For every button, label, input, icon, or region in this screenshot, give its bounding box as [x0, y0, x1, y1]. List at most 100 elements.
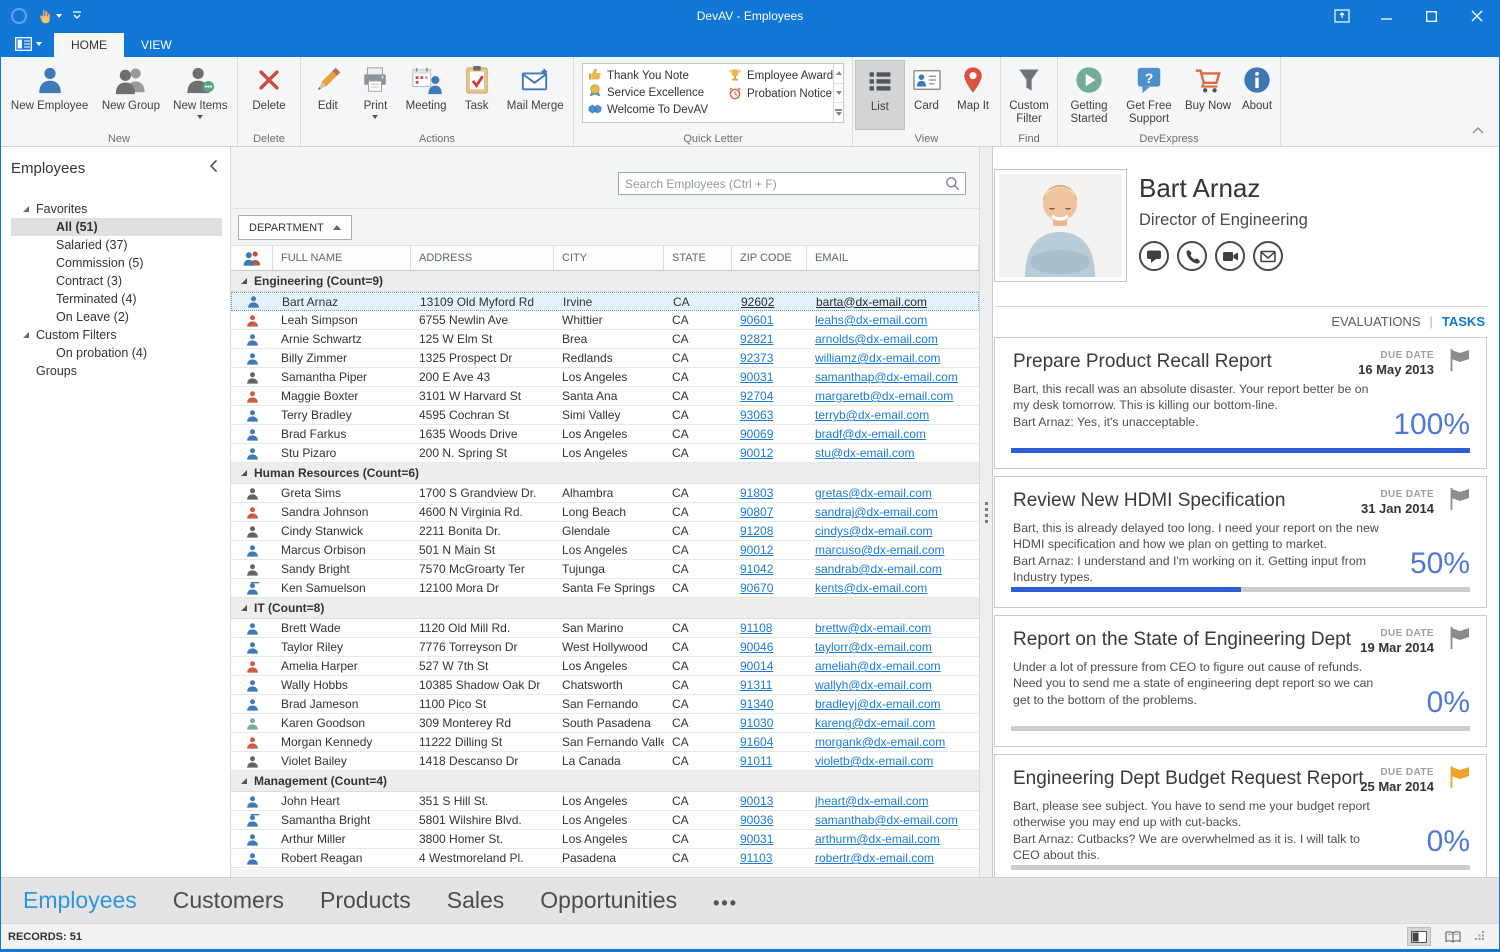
- buy-now-button[interactable]: Buy Now: [1180, 60, 1236, 130]
- zip-link[interactable]: 90670: [740, 581, 773, 595]
- email-link[interactable]: samanthab@dx-email.com: [815, 813, 958, 827]
- task-card[interactable]: Prepare Product Recall ReportDUE DATE16 …: [994, 337, 1487, 469]
- tab-home[interactable]: HOME: [54, 33, 124, 57]
- email-link[interactable]: williamz@dx-email.com: [815, 351, 941, 365]
- employee-row[interactable]: Terry Bradley4595 Cochran StSimi ValleyC…: [231, 406, 979, 425]
- email-link[interactable]: arnolds@dx-email.com: [815, 332, 938, 346]
- employee-row[interactable]: Robert Reagan4 Westmoreland Pl.PasadenaC…: [231, 849, 979, 868]
- print-button[interactable]: Print: [353, 60, 399, 130]
- nav-more-button[interactable]: •••: [713, 887, 738, 914]
- email-link[interactable]: wallyh@dx-email.com: [815, 678, 932, 692]
- chat-button[interactable]: [1139, 241, 1169, 271]
- new-items-button[interactable]: New Items: [166, 60, 235, 130]
- employee-row[interactable]: Billy Zimmer1325 Prospect DrRedlandsCA92…: [231, 349, 979, 368]
- email-link[interactable]: terryb@dx-email.com: [815, 408, 929, 422]
- zip-link[interactable]: 91030: [740, 716, 773, 730]
- app-menu-button[interactable]: [1, 37, 54, 57]
- employee-row[interactable]: Brett Wade1120 Old Mill Rd.San MarinoCA9…: [231, 619, 979, 638]
- call-button[interactable]: [1177, 241, 1207, 271]
- zip-link[interactable]: 90014: [740, 659, 773, 673]
- employee-row[interactable]: Marcus Orbison501 N Main StLos AngelesCA…: [231, 541, 979, 560]
- quick-letter-item-thank-you-note[interactable]: Thank You Note: [588, 67, 728, 84]
- new-employee-button[interactable]: New Employee: [3, 60, 96, 130]
- zip-link[interactable]: 90046: [740, 640, 773, 654]
- email-link[interactable]: robertr@dx-email.com: [815, 851, 934, 865]
- nav-item-opportunities[interactable]: Opportunities: [540, 887, 677, 914]
- employee-row[interactable]: Bart Arnaz13109 Old Myford RdIrvineCA926…: [231, 292, 979, 311]
- customize-qat-button[interactable]: [72, 11, 82, 21]
- email-link[interactable]: jheart@dx-email.com: [815, 794, 929, 808]
- zip-link[interactable]: 92602: [741, 295, 774, 309]
- zip-link[interactable]: 90807: [740, 505, 773, 519]
- column-header-icon[interactable]: [231, 246, 273, 270]
- zip-link[interactable]: 90036: [740, 813, 773, 827]
- employee-row[interactable]: Leah Simpson6755 Newlin AveWhittierCA906…: [231, 311, 979, 330]
- zip-link[interactable]: 91103: [740, 851, 772, 865]
- meeting-button[interactable]: Meeting: [398, 60, 454, 130]
- employee-row[interactable]: Samantha Piper200 E Ave 43Los AngelesCA9…: [231, 368, 979, 387]
- nav-item-employees[interactable]: Employees: [23, 887, 137, 914]
- panel-splitter[interactable]: [979, 147, 993, 877]
- minimize-button[interactable]: [1364, 1, 1409, 31]
- email-link[interactable]: violetb@dx-email.com: [815, 754, 933, 768]
- column-header-zip-code[interactable]: ZIP CODE: [732, 246, 807, 270]
- flag-icon[interactable]: [1448, 348, 1472, 377]
- zip-link[interactable]: 91208: [740, 524, 773, 538]
- column-header-full-name[interactable]: FULL NAME: [273, 246, 411, 270]
- zip-link[interactable]: 90031: [740, 832, 773, 846]
- search-button[interactable]: [939, 173, 965, 194]
- sidebar-item-commission-5[interactable]: Commission (5): [1, 254, 230, 272]
- get-free-support-button[interactable]: ? Get Free Support: [1118, 60, 1180, 130]
- quick-letter-item-service-excellence[interactable]: Service Excellence: [588, 84, 728, 101]
- tab-tasks[interactable]: TASKS: [1442, 314, 1485, 329]
- sidebar-item-contract-3[interactable]: Contract (3): [1, 272, 230, 290]
- group-row[interactable]: Engineering (Count=9): [231, 271, 979, 292]
- email-link[interactable]: bradleyj@dx-email.com: [815, 697, 941, 711]
- group-row[interactable]: IT (Count=8): [231, 598, 979, 619]
- employee-row[interactable]: Stu Pizaro200 N. Spring StLos AngelesCA9…: [231, 444, 979, 463]
- email-link[interactable]: gretas@dx-email.com: [815, 486, 932, 500]
- email-link[interactable]: samanthap@dx-email.com: [815, 370, 958, 384]
- email-link[interactable]: sandrab@dx-email.com: [815, 562, 942, 576]
- employee-row[interactable]: Brad Farkus1635 Woods DriveLos AngelesCA…: [231, 425, 979, 444]
- zip-link[interactable]: 91803: [740, 486, 773, 500]
- zip-link[interactable]: 91011: [740, 754, 772, 768]
- email-link[interactable]: bradf@dx-email.com: [815, 427, 926, 441]
- column-header-email[interactable]: EMAIL: [807, 246, 979, 270]
- sidebar-item-favorites[interactable]: Favorites: [1, 200, 230, 218]
- employee-row[interactable]: Arnie Schwartz125 W Elm StBreaCA92821arn…: [231, 330, 979, 349]
- video-call-button[interactable]: [1215, 241, 1245, 271]
- nav-item-customers[interactable]: Customers: [173, 887, 284, 914]
- employee-row[interactable]: Brad Jameson1100 Pico StSan FernandoCA91…: [231, 695, 979, 714]
- close-button[interactable]: [1454, 1, 1499, 31]
- sidebar-item-salaried-37[interactable]: Salaried (37): [1, 236, 230, 254]
- zip-link[interactable]: 92373: [740, 351, 773, 365]
- mail-merge-button[interactable]: Mail Merge: [500, 60, 571, 130]
- zip-link[interactable]: 92704: [740, 389, 773, 403]
- sidebar-item-custom-filters[interactable]: Custom Filters: [1, 326, 230, 344]
- sidebar-item-on-leave-2[interactable]: On Leave (2): [1, 308, 230, 326]
- quick-letter-item-welcome-to-devav[interactable]: Welcome To DevAV: [588, 102, 728, 119]
- email-link[interactable]: kareng@dx-email.com: [815, 716, 935, 730]
- quick-letter-item-probation-notice[interactable]: Probation Notice: [728, 85, 833, 103]
- column-header-city[interactable]: CITY: [554, 246, 664, 270]
- flag-icon[interactable]: [1448, 765, 1472, 794]
- task-card[interactable]: Engineering Dept Budget Request ReportDU…: [994, 754, 1487, 877]
- reading-view-button[interactable]: [1441, 927, 1465, 946]
- flag-icon[interactable]: [1448, 626, 1472, 655]
- zip-link[interactable]: 91340: [740, 697, 773, 711]
- tab-evaluations[interactable]: EVALUATIONS: [1331, 314, 1420, 329]
- card-view-button[interactable]: Card: [905, 60, 949, 130]
- group-row[interactable]: Management (Count=4): [231, 771, 979, 792]
- email-link[interactable]: margaretb@dx-email.com: [815, 389, 953, 403]
- nav-item-products[interactable]: Products: [320, 887, 411, 914]
- sidebar-item-on-probation-4[interactable]: On probation (4): [1, 344, 230, 362]
- collapse-sidebar-button[interactable]: [209, 159, 218, 178]
- task-button[interactable]: Task: [454, 60, 500, 130]
- employee-row[interactable]: Greta Sims1700 S Grandview Dr.AlhambraCA…: [231, 484, 979, 503]
- email-link[interactable]: taylorr@dx-email.com: [815, 640, 932, 654]
- gallery-dropdown-button[interactable]: [834, 103, 843, 122]
- column-header-address[interactable]: ADDRESS: [411, 246, 554, 270]
- map-it-button[interactable]: Map It: [948, 60, 998, 130]
- group-by-department-button[interactable]: DEPARTMENT: [238, 215, 352, 240]
